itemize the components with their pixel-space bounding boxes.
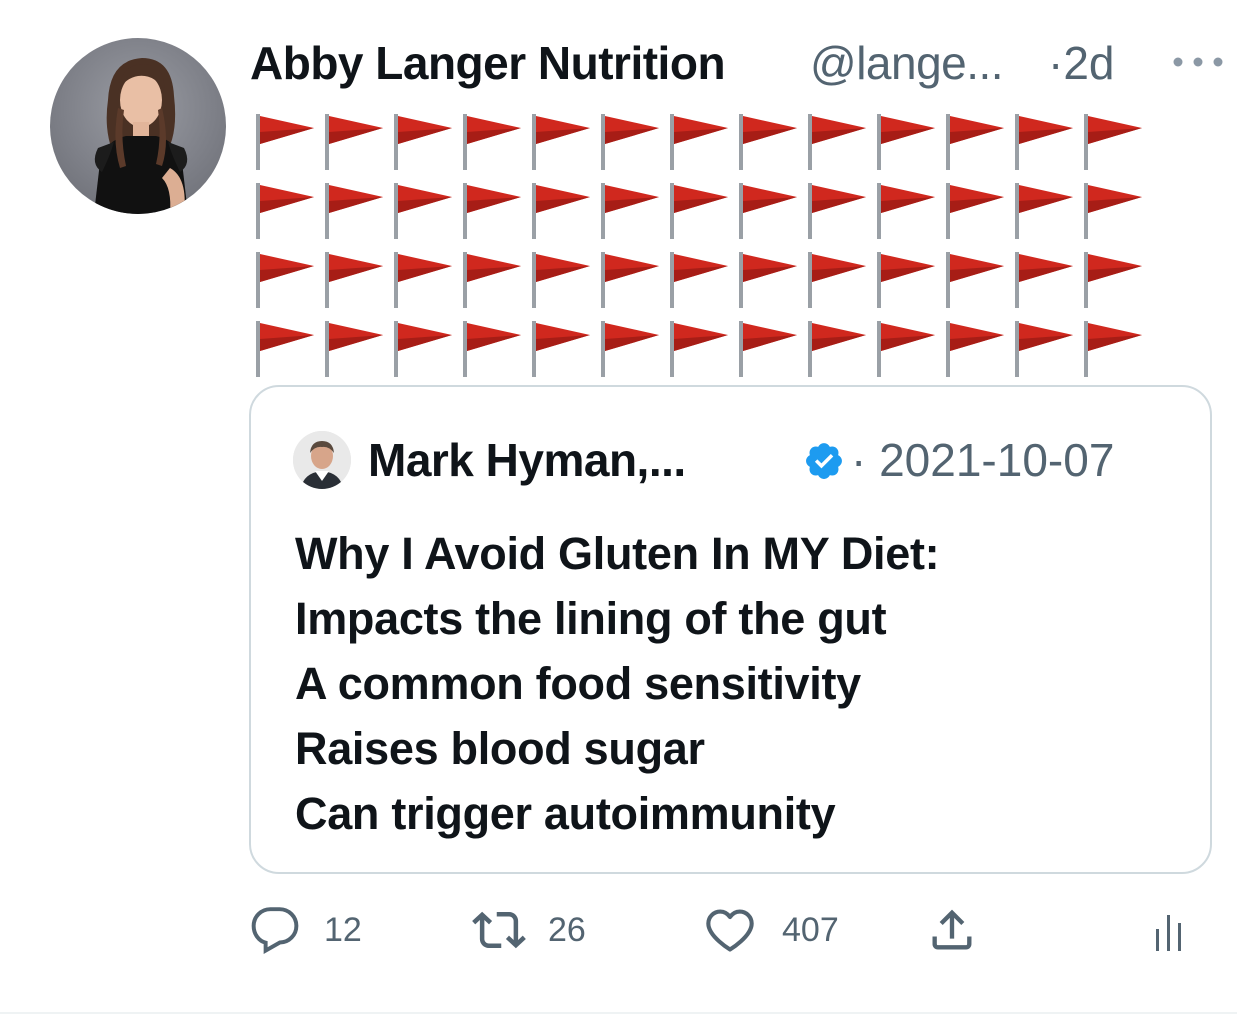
quoted-text-line: Impacts the lining of the gut [295,593,887,644]
triangular-flag-icon [325,183,383,239]
retweet-button[interactable]: 26 [472,900,586,960]
triangular-flag-icon [325,114,383,170]
triangular-flag-icon [463,183,521,239]
triangular-flag-icon [739,321,797,377]
tweet-header: Abby Langer Nutrition @lange... ·2d [250,32,1230,94]
triangular-flag-icon [463,321,521,377]
triangular-flag-icon [946,321,1004,377]
quoted-tweet-card[interactable]: Mark Hyman,... · 2021-10-07 Why I Avoid … [249,385,1212,874]
tweet-container: Abby Langer Nutrition @lange... ·2d Mark… [0,0,1237,1030]
triangular-flag-icon [532,321,590,377]
triangular-flag-icon [808,252,866,308]
author-avatar[interactable] [50,38,226,214]
triangular-flag-icon [256,321,314,377]
analytics-button[interactable] [1150,900,1190,960]
triangular-flag-icon [1015,252,1073,308]
triangular-flag-icon [601,321,659,377]
triangular-flag-icon [946,252,1004,308]
triangular-flag-icon [670,321,728,377]
triangular-flag-icon [532,114,590,170]
more-options-icon[interactable] [1168,52,1228,72]
like-button[interactable]: 407 [704,900,839,960]
share-button[interactable] [926,900,978,960]
triangular-flag-icon [670,183,728,239]
time-value: 2d [1063,37,1115,89]
triangular-flag-icon [325,252,383,308]
triangular-flag-icon [877,114,935,170]
reply-button[interactable]: 12 [250,900,362,960]
flag-row [252,248,1152,310]
reply-count: 12 [324,910,362,949]
triangular-flag-icon [1084,252,1142,308]
quoted-author-avatar [293,431,351,489]
tweet-action-bar: 12 26 407 [250,900,1210,960]
like-count: 407 [782,910,839,949]
triangular-flag-icon [1084,183,1142,239]
time-separator: · [1048,37,1064,89]
quoted-author-name[interactable]: Mark Hyman,... [368,433,686,487]
triangular-flag-icon [670,114,728,170]
triangular-flag-icon [256,252,314,308]
triangular-flag-icon [808,321,866,377]
triangular-flag-icon [1015,321,1073,377]
reply-icon [251,907,299,954]
triangular-flag-icon [601,114,659,170]
triangular-flag-icon [256,183,314,239]
triangular-flag-icon [739,183,797,239]
triangular-flag-icon [946,183,1004,239]
flag-row [252,317,1152,379]
author-handle[interactable]: @lange... [810,36,1004,90]
verified-badge-icon [806,443,842,479]
flag-row [252,179,1152,241]
tweet-divider [0,1012,1237,1014]
tweet-timestamp[interactable]: ·2d [1048,36,1115,90]
tweet-body-flags [252,110,1152,386]
triangular-flag-icon [739,114,797,170]
triangular-flag-icon [463,252,521,308]
triangular-flag-icon [1015,114,1073,170]
triangular-flag-icon [670,252,728,308]
triangular-flag-icon [394,114,452,170]
triangular-flag-icon [601,183,659,239]
quoted-text-line: Why I Avoid Gluten In MY Diet: [295,528,940,579]
triangular-flag-icon [877,321,935,377]
triangular-flag-icon [808,114,866,170]
flag-row [252,110,1152,172]
like-icon [706,909,754,952]
triangular-flag-icon [394,252,452,308]
triangular-flag-icon [463,114,521,170]
triangular-flag-icon [601,252,659,308]
triangular-flag-icon [394,321,452,377]
triangular-flag-icon [739,252,797,308]
triangular-flag-icon [394,183,452,239]
author-name[interactable]: Abby Langer Nutrition [250,36,726,90]
quoted-tweet-text: Why I Avoid Gluten In MY Diet: Impacts t… [295,521,940,846]
retweet-count: 26 [548,910,586,949]
quoted-text-line: Raises blood sugar [295,723,705,774]
quoted-tweet-date[interactable]: · 2021-10-07 [851,433,1114,487]
triangular-flag-icon [325,321,383,377]
triangular-flag-icon [946,114,1004,170]
analytics-icon [1156,915,1181,951]
triangular-flag-icon [1084,114,1142,170]
triangular-flag-icon [532,183,590,239]
quoted-text-line: A common food sensitivity [295,658,861,709]
triangular-flag-icon [256,114,314,170]
triangular-flag-icon [808,183,866,239]
triangular-flag-icon [877,183,935,239]
quoted-text-line: Can trigger autoimmunity [295,788,836,839]
share-icon [932,909,972,950]
triangular-flag-icon [1015,183,1073,239]
triangular-flag-icon [877,252,935,308]
triangular-flag-icon [532,252,590,308]
triangular-flag-icon [1084,321,1142,377]
retweet-icon [472,911,526,949]
